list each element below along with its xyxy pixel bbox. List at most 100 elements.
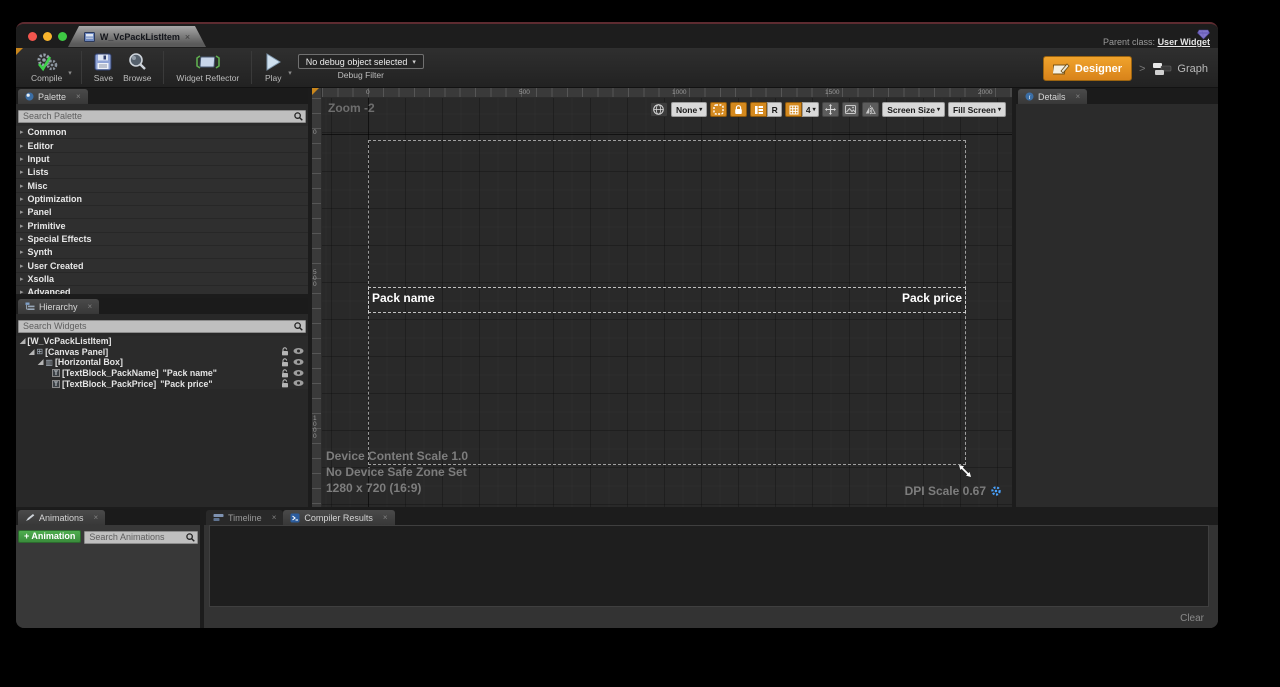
visibility-eye-icon[interactable] <box>293 358 304 366</box>
palette-tab[interactable]: Palette × <box>18 89 88 104</box>
compile-options-caret[interactable]: ▾ <box>68 69 72 77</box>
hierarchy-search-input[interactable] <box>18 320 306 333</box>
visibility-eye-icon[interactable] <box>293 369 304 377</box>
palette-category-special-effects[interactable]: ▸Special Effects <box>16 233 308 246</box>
columns-icon <box>754 105 764 115</box>
expander-icon[interactable]: ◢ <box>20 337 25 345</box>
parent-class-link[interactable]: User Widget <box>1158 37 1210 47</box>
expander-icon[interactable]: ▸ <box>20 208 24 216</box>
splitter-palette-hierarchy[interactable] <box>16 294 308 298</box>
expander-icon[interactable]: ▸ <box>20 248 24 256</box>
tree-row-canvas-panel[interactable]: ◢ ⊞ [Canvas Panel] <box>16 347 308 358</box>
palette-category-xsolla[interactable]: ▸Xsolla <box>16 273 308 286</box>
splitter-canvas-details[interactable] <box>1012 88 1016 507</box>
dpi-settings-gear-icon[interactable] <box>990 485 1002 497</box>
close-tab-icon[interactable]: × <box>1076 92 1081 101</box>
splitter-main-bottom[interactable] <box>16 507 1218 509</box>
visibility-eye-icon[interactable] <box>293 347 304 355</box>
tree-row-root[interactable]: ◢ [W_VcPackListItem] <box>16 336 308 347</box>
zoom-window-button[interactable] <box>58 32 67 41</box>
close-tab-icon[interactable]: × <box>94 513 99 522</box>
unlock-icon[interactable] <box>281 347 289 356</box>
close-tab-icon[interactable]: × <box>185 32 190 42</box>
grid-snap-toggle-button[interactable] <box>785 102 802 117</box>
flow-direction-dropdown[interactable]: None ▾ <box>671 102 707 117</box>
palette-category-optimization[interactable]: ▸Optimization <box>16 193 308 206</box>
expander-icon[interactable]: ▸ <box>20 182 24 190</box>
expander-icon[interactable]: ▸ <box>20 155 24 163</box>
palette-category-primitive[interactable]: ▸Primitive <box>16 219 308 232</box>
widget-reflector-button[interactable]: Widget Reflector <box>176 51 239 83</box>
expander-icon[interactable]: ◢ <box>29 348 34 356</box>
tree-row-textblock-packprice[interactable]: T [TextBlock_PackPrice] "Pack price" <box>16 378 308 389</box>
expander-icon[interactable]: ▸ <box>20 275 24 283</box>
save-button[interactable]: Save <box>94 51 113 83</box>
play-options-caret[interactable]: ▾ <box>288 69 292 77</box>
add-animation-button[interactable]: + Animation <box>18 530 81 543</box>
debug-object-dropdown[interactable]: No debug object selected ▾ <box>298 54 424 69</box>
tree-row-horizontal-box[interactable]: ◢ ▥ [Horizontal Box] <box>16 357 308 368</box>
designer-canvas[interactable]: 0 500 1000 1500 2000 0 500 1000 Zoom -2 … <box>312 88 1012 507</box>
graph-mode-button[interactable]: Graph <box>1152 62 1208 76</box>
palette-category-lists[interactable]: ▸Lists <box>16 166 308 179</box>
toggle-outlines-button[interactable] <box>710 102 727 117</box>
expander-icon[interactable]: ▸ <box>20 262 24 270</box>
expander-icon[interactable]: ▸ <box>20 222 24 230</box>
timeline-tab[interactable]: Timeline × <box>206 510 283 525</box>
browse-button[interactable]: Browse <box>123 51 151 83</box>
splitter-palette-canvas[interactable] <box>308 88 312 507</box>
expander-icon[interactable]: ▸ <box>20 235 24 243</box>
fill-screen-dropdown[interactable]: Fill Screen ▾ <box>948 102 1006 117</box>
title-bar: W_VcPackListItem × Parent class: User Wi… <box>16 24 1218 48</box>
expander-icon[interactable]: ▸ <box>20 142 24 150</box>
close-tab-icon[interactable]: × <box>272 513 277 522</box>
play-button[interactable]: Play <box>264 51 282 83</box>
animations-tab[interactable]: Animations × <box>18 510 105 525</box>
palette-category-user-created[interactable]: ▸User Created <box>16 259 308 272</box>
close-window-button[interactable] <box>28 32 37 41</box>
tree-row-textblock-packname[interactable]: T [TextBlock_PackName] "Pack name" <box>16 368 308 379</box>
mirror-preview-button[interactable] <box>862 102 879 117</box>
visibility-eye-icon[interactable] <box>293 379 304 387</box>
palette-category-input[interactable]: ▸Input <box>16 153 308 166</box>
resize-handle-icon[interactable] <box>958 464 972 483</box>
palette-search-input[interactable] <box>18 110 306 123</box>
expander-icon[interactable]: ▸ <box>20 195 24 203</box>
unlock-icon[interactable] <box>281 369 289 378</box>
close-tab-icon[interactable]: × <box>76 92 81 101</box>
unlock-icon[interactable] <box>281 379 289 388</box>
canvas-pack-price-text[interactable]: Pack price <box>762 291 962 305</box>
close-tab-icon[interactable]: × <box>88 302 93 311</box>
expander-icon[interactable]: ▸ <box>20 168 24 176</box>
splitter-animations-output[interactable] <box>200 509 204 628</box>
localization-r-toggle-button[interactable] <box>750 102 767 117</box>
preview-background-button[interactable] <box>842 102 859 117</box>
expander-icon[interactable]: ◢ <box>38 358 43 366</box>
r-preview-button[interactable]: R <box>767 102 782 117</box>
palette-category-misc[interactable]: ▸Misc <box>16 179 308 192</box>
palette-category-panel[interactable]: ▸Panel <box>16 206 308 219</box>
animations-search-input[interactable] <box>84 531 198 544</box>
minimize-window-button[interactable] <box>43 32 52 41</box>
designer-mode-button[interactable]: Designer <box>1043 56 1132 81</box>
compiler-results-tab[interactable]: Compiler Results × <box>283 510 394 525</box>
grid-snap-size-dropdown[interactable]: 4 ▾ <box>802 102 819 117</box>
designer-icon <box>1053 62 1070 76</box>
details-tab[interactable]: i Details × <box>1018 89 1087 104</box>
close-tab-icon[interactable]: × <box>383 513 388 522</box>
transform-mode-button[interactable] <box>822 102 839 117</box>
asset-tab[interactable]: W_VcPackListItem × <box>68 26 206 47</box>
respect-locks-button[interactable] <box>730 102 747 117</box>
expander-icon[interactable]: ▸ <box>20 128 24 136</box>
canvas-pack-name-text[interactable]: Pack name <box>372 291 435 305</box>
hierarchy-tab[interactable]: Hierarchy × <box>18 299 99 314</box>
palette-category-synth[interactable]: ▸Synth <box>16 246 308 259</box>
unlock-icon[interactable] <box>281 358 289 367</box>
screen-size-dropdown[interactable]: Screen Size ▾ <box>882 102 945 117</box>
localization-preview-button[interactable] <box>650 102 668 117</box>
parent-class-info: Parent class: User Widget <box>1103 37 1210 47</box>
clear-button[interactable]: Clear <box>1180 613 1204 624</box>
palette-category-editor[interactable]: ▸Editor <box>16 139 308 152</box>
compile-button[interactable]: Compile <box>31 51 62 83</box>
palette-category-common[interactable]: ▸Common <box>16 126 308 139</box>
